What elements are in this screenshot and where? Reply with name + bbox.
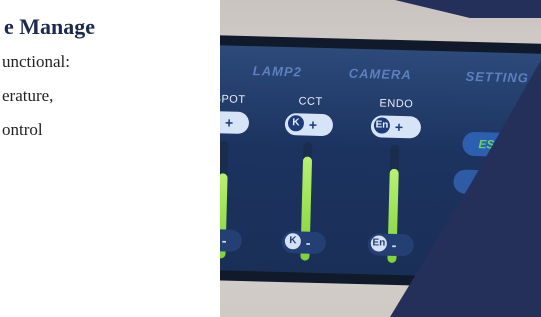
cct-decrease-button[interactable]: K -	[281, 230, 327, 255]
column-label-endo: ENDO	[379, 97, 414, 111]
kelvin-icon: K	[287, 115, 305, 132]
plus-sign: +	[308, 116, 318, 133]
panel-text-line: unctional:	[2, 52, 70, 71]
panel-text-line: erature,	[2, 86, 54, 105]
panel-heading: e Manage	[4, 14, 96, 39]
minus-sign: -	[221, 232, 227, 249]
endo-decrease-button[interactable]: En -	[367, 233, 415, 257]
column-label-cct: CCT	[298, 95, 323, 108]
panel-text-line: ontrol	[2, 120, 43, 139]
endo-icon: En	[370, 235, 388, 252]
cct-increase-button[interactable]: K +	[284, 113, 334, 137]
plus-sign: +	[394, 118, 404, 136]
text-panel: e Manage unctional: erature, ontrol	[0, 0, 220, 317]
tab-camera[interactable]: CAMERA	[338, 60, 423, 88]
plus-sign: +	[224, 114, 234, 131]
endo-increase-button[interactable]: En +	[370, 115, 422, 139]
minus-sign: -	[305, 234, 311, 251]
tab-lamp2[interactable]: LAMP2	[242, 58, 313, 86]
minus-sign: -	[391, 236, 397, 253]
endo-icon: En	[373, 117, 391, 134]
kelvin-icon: K	[284, 233, 302, 250]
